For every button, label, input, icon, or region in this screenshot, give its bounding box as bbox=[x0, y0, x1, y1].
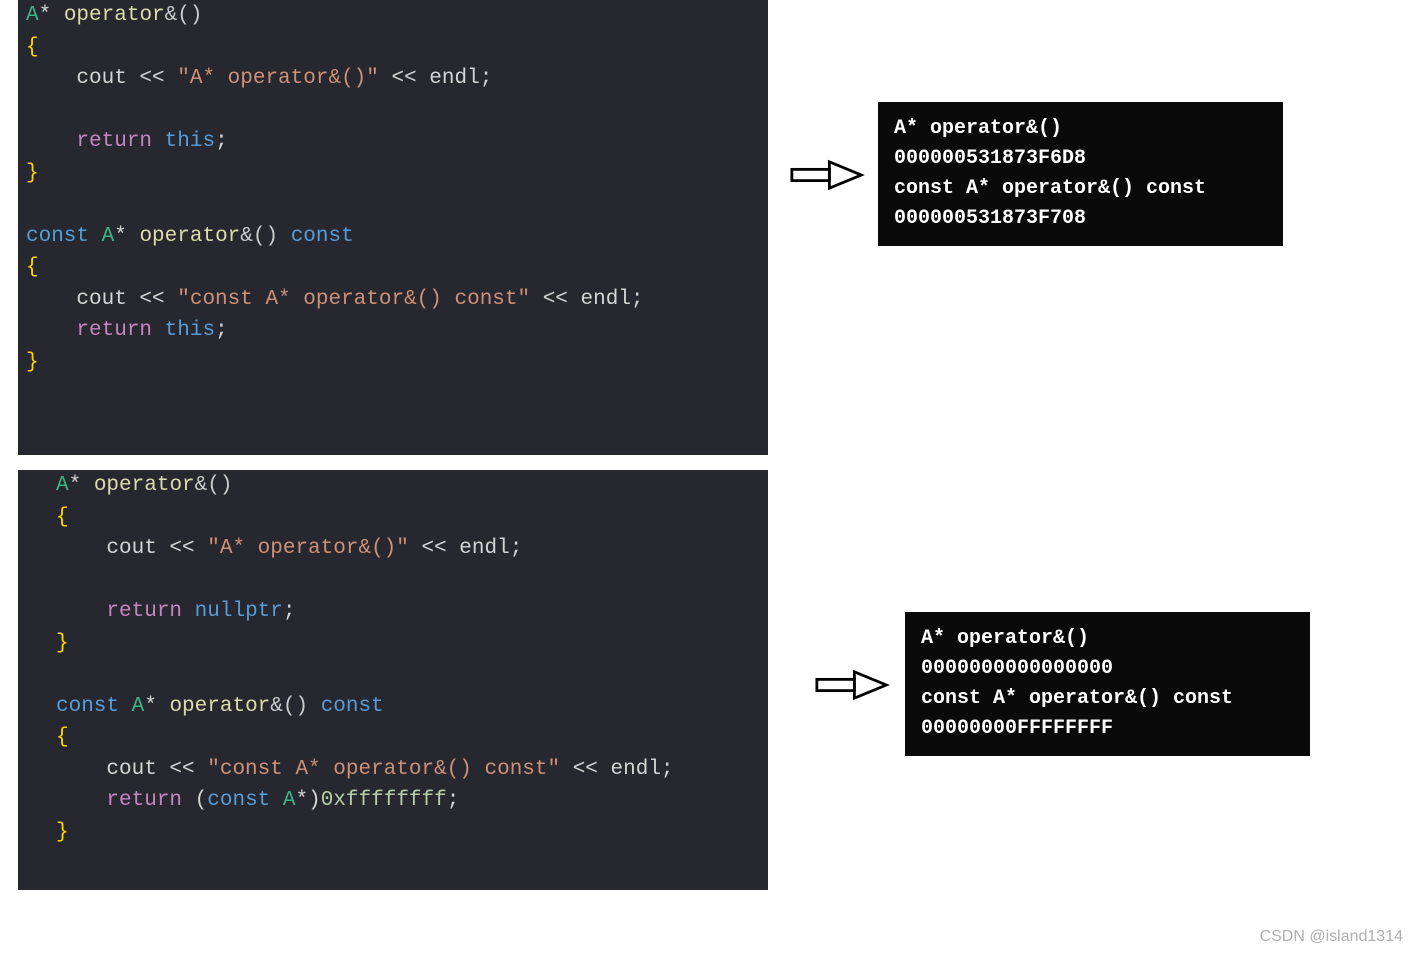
code-line: return (const A*)0xffffffff; bbox=[48, 785, 768, 817]
code-line: const A* operator&() const bbox=[18, 221, 768, 253]
code-line: cout << "const A* operator&() const" << … bbox=[18, 284, 768, 316]
code-line bbox=[48, 565, 768, 597]
console-output-1: A* operator&() 000000531873F6D8 const A*… bbox=[878, 102, 1283, 246]
code-line: cout << "const A* operator&() const" << … bbox=[48, 754, 768, 786]
code-line: return nullptr; bbox=[48, 596, 768, 628]
code-line: A* operator&() bbox=[18, 0, 768, 32]
arrow-icon bbox=[790, 155, 865, 195]
code-line bbox=[18, 95, 768, 127]
code-line: } bbox=[48, 817, 768, 849]
watermark-text: CSDN @island1314 bbox=[1260, 928, 1403, 946]
code-editor-2[interactable]: A* operator&() { cout << "A* operator&()… bbox=[18, 470, 768, 890]
code-line: } bbox=[18, 347, 768, 379]
code-line: cout << "A* operator&()" << endl; bbox=[48, 533, 768, 565]
code-line: return this; bbox=[18, 315, 768, 347]
code-line: { bbox=[18, 252, 768, 284]
code-line: cout << "A* operator&()" << endl; bbox=[18, 63, 768, 95]
code-line: { bbox=[48, 502, 768, 534]
code-line: { bbox=[18, 32, 768, 64]
code-line: return this; bbox=[18, 126, 768, 158]
code-line: { bbox=[48, 722, 768, 754]
code-line: } bbox=[18, 158, 768, 190]
code-line: const A* operator&() const bbox=[48, 691, 768, 723]
code-editor-1[interactable]: A* operator&() { cout << "A* operator&()… bbox=[18, 0, 768, 455]
code-line bbox=[18, 189, 768, 221]
code-line: A* operator&() bbox=[48, 470, 768, 502]
code-line bbox=[48, 659, 768, 691]
code-line: } bbox=[48, 628, 768, 660]
arrow-icon bbox=[815, 665, 890, 705]
console-output-2: A* operator&() 0000000000000000 const A*… bbox=[905, 612, 1310, 756]
